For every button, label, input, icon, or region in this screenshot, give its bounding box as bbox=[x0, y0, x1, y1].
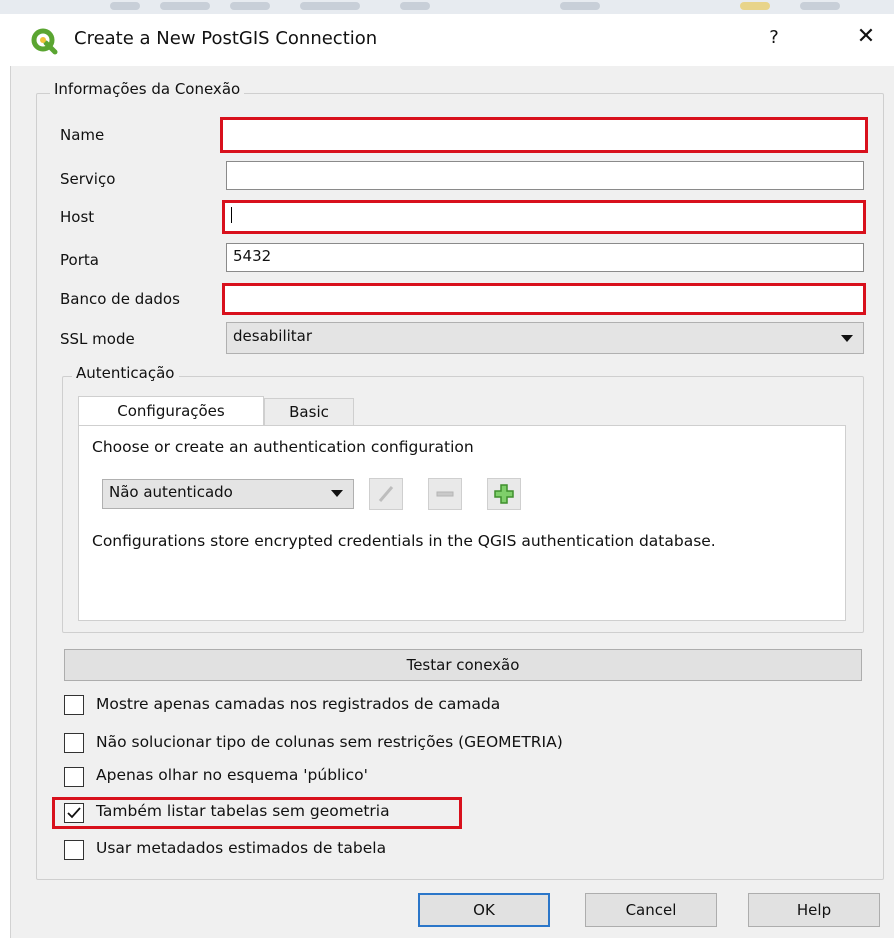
text-cursor bbox=[231, 207, 232, 223]
chevron-down-icon bbox=[841, 335, 853, 342]
database-input[interactable] bbox=[222, 283, 866, 315]
checkmark-icon bbox=[67, 807, 81, 819]
ok-button[interactable]: OK bbox=[418, 893, 550, 927]
port-input[interactable]: 5432 bbox=[226, 243, 864, 272]
name-label: Name bbox=[60, 126, 105, 144]
auth-note: Configurations store encrypted credentia… bbox=[92, 532, 716, 550]
tab-basic[interactable]: Basic bbox=[264, 398, 354, 426]
ssl-mode-select[interactable]: desabilitar bbox=[226, 322, 864, 354]
qgis-logo-icon bbox=[31, 28, 58, 55]
option-checkbox[interactable] bbox=[64, 840, 84, 860]
background-window-strip bbox=[0, 0, 894, 15]
close-icon[interactable]: ✕ bbox=[852, 24, 880, 52]
option-label: Não solucionar tipo de colunas sem restr… bbox=[96, 733, 563, 751]
ssl-mode-label: SSL mode bbox=[60, 330, 135, 348]
option-checkbox[interactable] bbox=[64, 767, 84, 787]
service-input[interactable] bbox=[226, 161, 864, 190]
authentication-legend: Autenticação bbox=[72, 364, 179, 382]
option-label: Apenas olhar no esquema 'público' bbox=[96, 766, 368, 784]
tab-configuracoes[interactable]: Configurações bbox=[78, 396, 264, 426]
dialog-title: Create a New PostGIS Connection bbox=[74, 28, 378, 49]
name-input[interactable] bbox=[220, 117, 868, 153]
remove-config-button[interactable] bbox=[428, 478, 462, 510]
window-left-edge bbox=[0, 66, 11, 938]
option-label: Também listar tabelas sem geometria bbox=[96, 802, 390, 820]
add-icon bbox=[494, 484, 514, 504]
option-label: Mostre apenas camadas nos registrados de… bbox=[96, 695, 501, 713]
auth-prompt: Choose or create an authentication confi… bbox=[92, 438, 474, 456]
add-config-button[interactable] bbox=[487, 478, 521, 510]
edit-icon bbox=[378, 486, 394, 502]
option-checkbox[interactable] bbox=[64, 803, 84, 823]
remove-icon bbox=[436, 491, 454, 497]
chevron-down-icon bbox=[331, 490, 343, 497]
edit-config-button[interactable] bbox=[369, 478, 403, 510]
test-connection-button[interactable]: Testar conexão bbox=[64, 649, 862, 681]
help-icon[interactable]: ? bbox=[762, 27, 786, 53]
cancel-button[interactable]: Cancel bbox=[585, 893, 717, 927]
help-button[interactable]: Help bbox=[748, 893, 880, 927]
database-label: Banco de dados bbox=[60, 290, 180, 308]
host-input[interactable] bbox=[222, 200, 866, 234]
auth-config-value: Não autenticado bbox=[109, 483, 233, 501]
port-label: Porta bbox=[60, 251, 99, 269]
connection-info-legend: Informações da Conexão bbox=[50, 80, 245, 98]
host-label: Host bbox=[60, 208, 95, 226]
ssl-mode-value: desabilitar bbox=[233, 327, 313, 345]
option-checkbox[interactable] bbox=[64, 695, 84, 715]
auth-config-select[interactable]: Não autenticado bbox=[102, 479, 354, 509]
service-label: Serviço bbox=[60, 170, 116, 188]
option-label: Usar metadados estimados de tabela bbox=[96, 839, 387, 857]
option-checkbox[interactable] bbox=[64, 733, 84, 753]
